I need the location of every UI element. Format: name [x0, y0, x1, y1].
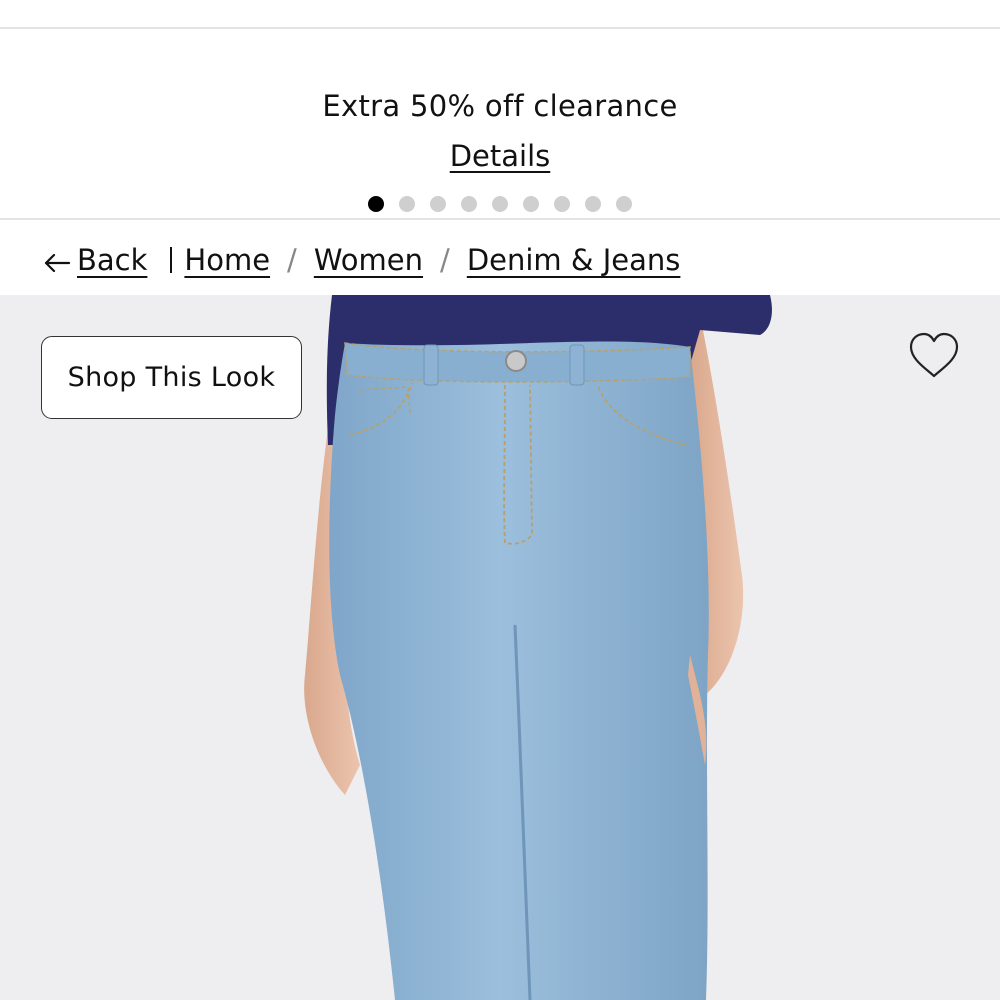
carousel-dot[interactable] — [554, 196, 570, 212]
carousel-dot[interactable] — [430, 196, 446, 212]
promo-banner: Extra 50% off clearance Details — [0, 29, 1000, 218]
heart-outline-icon[interactable] — [905, 330, 963, 382]
arrow-left-icon — [44, 253, 71, 273]
carousel-dot[interactable] — [585, 196, 601, 212]
carousel-dot[interactable] — [492, 196, 508, 212]
back-label: Back — [77, 243, 148, 277]
breadcrumb-separator: / — [440, 243, 450, 277]
breadcrumb-separator: / — [287, 243, 297, 277]
promo-details-link-wrap: Details — [0, 139, 1000, 173]
breadcrumb-item-home[interactable]: Home — [184, 243, 270, 277]
breadcrumb-item-women[interactable]: Women — [314, 243, 423, 277]
promo-headline: Extra 50% off clearance — [322, 89, 678, 123]
carousel-dots — [0, 196, 1000, 212]
promo-details-link[interactable]: Details — [450, 139, 551, 173]
shop-this-look-button[interactable]: Shop This Look — [41, 336, 302, 419]
breadcrumb-divider — [0, 218, 1000, 220]
breadcrumb-bar-separator — [170, 247, 173, 273]
carousel-dot[interactable] — [461, 196, 477, 212]
carousel-dot[interactable] — [399, 196, 415, 212]
breadcrumb: Back Home / Women / Denim & Jeans — [43, 240, 680, 280]
carousel-dot[interactable] — [523, 196, 539, 212]
back-button[interactable]: Back — [43, 243, 147, 277]
breadcrumb-item-denim-jeans[interactable]: Denim & Jeans — [467, 243, 681, 277]
carousel-dot[interactable] — [368, 196, 384, 212]
carousel-dot[interactable] — [616, 196, 632, 212]
